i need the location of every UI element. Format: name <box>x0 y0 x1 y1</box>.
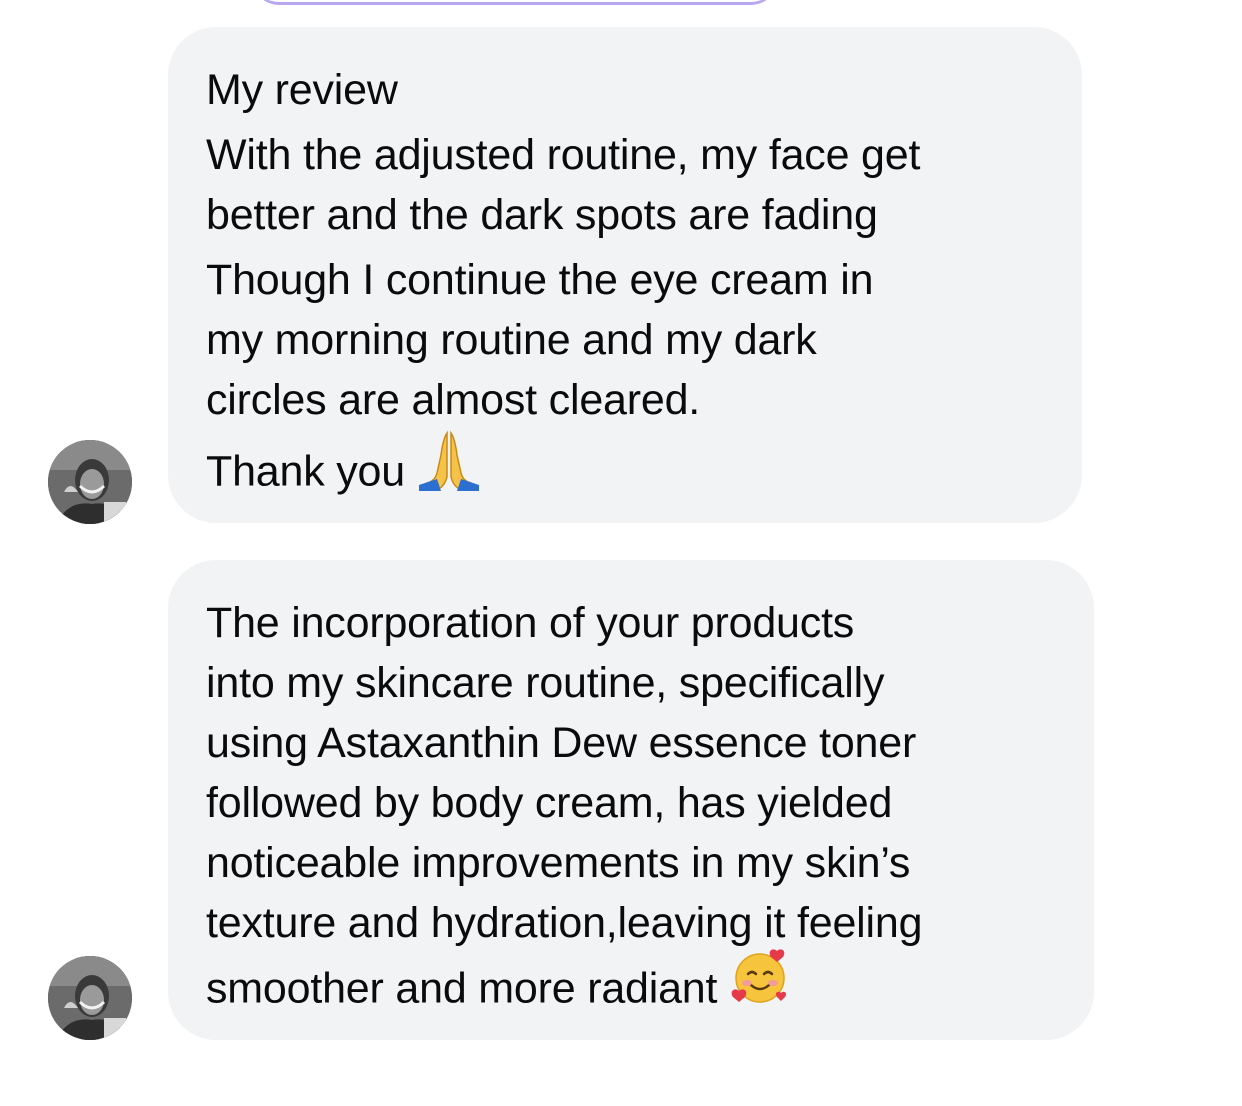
message-line: into my skincare routine, specifically <box>206 659 885 707</box>
message-line: better and the dark spots are fading <box>206 191 878 239</box>
folded-hands-icon <box>417 429 481 507</box>
message-line: my morning routine and my dark <box>206 316 817 364</box>
message-line: With the adjusted routine, my face get <box>206 131 921 179</box>
message-line: Though I continue the eye cream in <box>206 256 874 304</box>
message-line: texture and hydration,leaving it feeling <box>206 899 923 947</box>
message-line-with-emoji: Thank you <box>206 430 1046 513</box>
message-line: using Astaxanthin Dew essence toner <box>206 719 917 767</box>
message-line: Thank you <box>206 447 405 496</box>
message-bubble[interactable]: My review With the adjusted routine, my … <box>168 27 1082 523</box>
avatar-photo-icon <box>48 956 132 1040</box>
message-line-with-emoji: smoother and more radiant <box>206 949 1058 1029</box>
message-line: noticeable improvements in my skin’s <box>206 839 911 887</box>
avatar[interactable] <box>48 956 132 1040</box>
message-bubble[interactable]: The incorporation of your products into … <box>168 560 1094 1040</box>
message-line: smoother and more radiant <box>206 964 718 1013</box>
avatar-photo-icon <box>48 440 132 524</box>
message-line: The incorporation of your products <box>206 599 855 647</box>
message-line: My review <box>206 66 398 114</box>
message-line: circles are almost cleared. <box>206 376 701 424</box>
previous-message-bubble-edge <box>250 0 780 5</box>
smiling-face-with-hearts-icon <box>729 947 791 1023</box>
avatar[interactable] <box>48 440 132 524</box>
message-line: followed by body cream, has yielded <box>206 779 893 827</box>
